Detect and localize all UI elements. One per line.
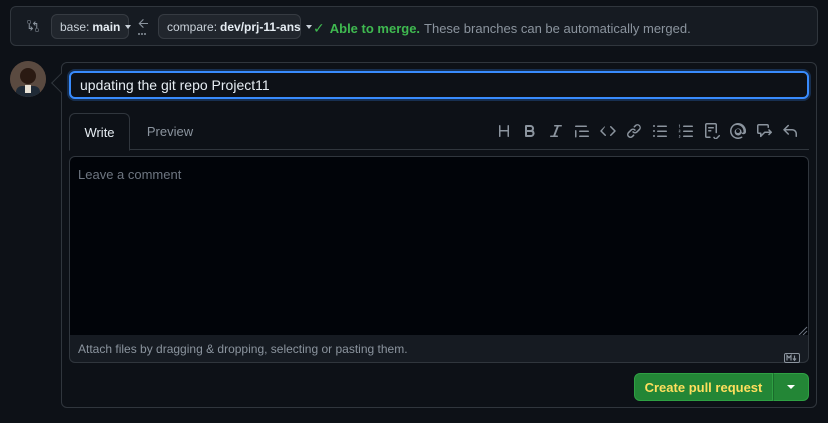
- editor-tabs: Write Preview: [69, 113, 809, 151]
- title-input[interactable]: [69, 71, 809, 99]
- numbered-list-icon[interactable]: [673, 121, 699, 141]
- merge-status-message: These branches can be automatically merg…: [424, 21, 691, 36]
- quote-icon[interactable]: [569, 121, 595, 141]
- heading-icon[interactable]: [491, 121, 517, 141]
- comment-textarea[interactable]: [69, 156, 809, 336]
- bulleted-list-icon[interactable]: [647, 121, 673, 141]
- bold-icon[interactable]: [517, 121, 543, 141]
- base-prefix: base:: [60, 19, 90, 34]
- italic-icon[interactable]: [543, 121, 569, 141]
- tab-preview[interactable]: Preview: [137, 113, 203, 150]
- arrow-left-icon: [136, 15, 150, 37]
- code-icon[interactable]: [595, 121, 621, 141]
- create-pull-request-button[interactable]: Create pull request: [634, 373, 773, 401]
- chevron-down-icon: [305, 24, 312, 29]
- chevron-down-icon: [787, 385, 795, 389]
- link-icon[interactable]: [621, 121, 647, 141]
- merge-status: ✓ Able to merge. These branches can be a…: [313, 20, 691, 37]
- base-branch-name: main: [92, 19, 121, 34]
- chevron-down-icon: [125, 24, 132, 29]
- tab-write[interactable]: Write: [69, 113, 130, 151]
- task-list-icon[interactable]: [699, 121, 725, 141]
- check-icon: ✓: [313, 20, 325, 36]
- markdown-icon: [784, 345, 800, 363]
- submit-button-group: Create pull request: [634, 373, 809, 401]
- avatar[interactable]: [10, 61, 46, 97]
- compare-prefix: compare:: [167, 19, 218, 34]
- base-branch-select[interactable]: base: main: [51, 14, 132, 39]
- attach-files-bar[interactable]: Attach files by dragging & dropping, sel…: [69, 335, 809, 363]
- mention-icon[interactable]: [725, 121, 751, 141]
- attach-files-text: Attach files by dragging & dropping, sel…: [78, 342, 408, 356]
- compare-arrows-icon: [25, 18, 41, 34]
- compare-bar: base: main compare: dev/prj-11-ans ✓ Abl…: [10, 6, 818, 46]
- undo-icon[interactable]: [777, 121, 803, 141]
- resize-grip-icon[interactable]: [798, 323, 808, 336]
- merge-status-label: Able to merge.: [329, 21, 421, 36]
- markdown-toolbar: [491, 121, 803, 141]
- cross-reference-icon[interactable]: [751, 121, 777, 141]
- compare-branch-select[interactable]: compare: dev/prj-11-ans: [158, 14, 312, 39]
- submit-options-dropdown[interactable]: [773, 373, 809, 401]
- compare-branch-name: dev/prj-11-ans: [220, 19, 301, 34]
